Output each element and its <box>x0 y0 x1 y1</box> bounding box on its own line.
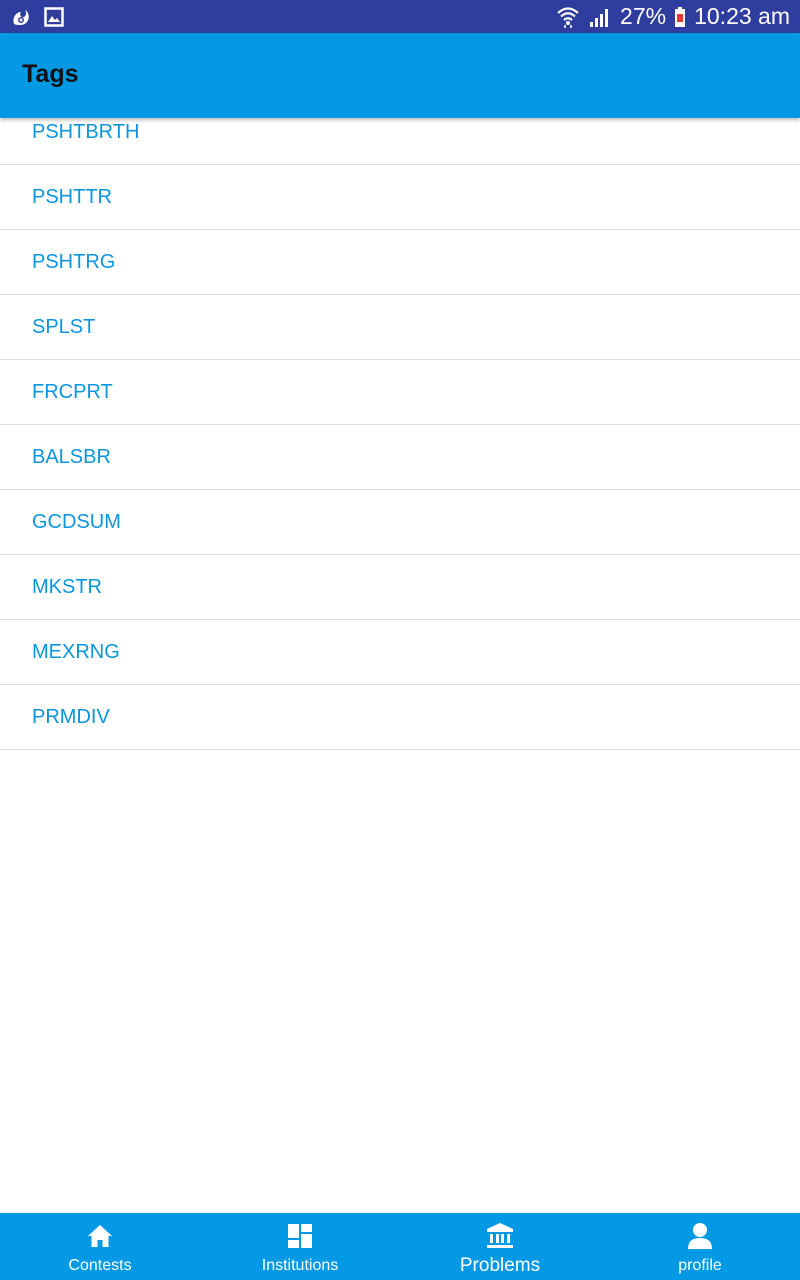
status-bar: 27% 10:23 am <box>0 0 800 33</box>
image-icon <box>44 6 64 27</box>
bank-icon <box>486 1222 514 1250</box>
uc-browser-icon <box>10 6 32 28</box>
tag-item-pshtrg[interactable]: PSHTRG <box>0 230 800 295</box>
nav-label-institutions: Institutions <box>261 1257 339 1274</box>
battery-percent: 27% <box>620 3 667 29</box>
tag-item-prmdiv[interactable]: PRMDIV <box>0 685 800 750</box>
tag-list: PSHTBRTH PSHTTR PSHTRG SPLST FRCPRT BALS… <box>0 100 800 750</box>
tag-item-splst[interactable]: SPLST <box>0 295 800 360</box>
wifi-icon <box>556 6 580 28</box>
status-time: 10:23 am <box>694 3 790 29</box>
nav-label-contests: Contests <box>68 1257 132 1274</box>
page-title: Tags <box>22 60 79 88</box>
tag-item-gcdsum[interactable]: GCDSUM <box>0 490 800 555</box>
person-icon <box>687 1222 713 1250</box>
tag-item-mkstr[interactable]: MKSTR <box>0 555 800 620</box>
tag-item-mexrng[interactable]: MEXRNG <box>0 620 800 685</box>
nav-item-problems[interactable]: Problems <box>400 1213 600 1280</box>
tag-item-pshttr[interactable]: PSHTTR <box>0 165 800 230</box>
battery-icon <box>674 6 686 28</box>
bottom-navigation: Contests Institutions Problems profile <box>0 1213 800 1280</box>
signal-icon <box>588 6 612 28</box>
nav-label-profile: profile <box>678 1257 722 1274</box>
tag-item-frcprt[interactable]: FRCPRT <box>0 360 800 425</box>
nav-item-contests[interactable]: Contests <box>0 1213 200 1280</box>
dashboard-icon <box>287 1222 313 1250</box>
nav-item-profile[interactable]: profile <box>600 1213 800 1280</box>
nav-label-problems: Problems <box>459 1255 541 1276</box>
nav-item-institutions[interactable]: Institutions <box>200 1213 400 1280</box>
app-bar: Tags <box>0 33 800 118</box>
tag-item-balsbr[interactable]: BALSBR <box>0 425 800 490</box>
home-icon <box>86 1222 114 1250</box>
